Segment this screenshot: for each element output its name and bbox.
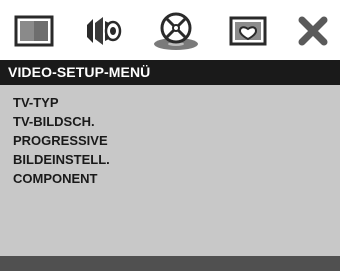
status-bar (0, 256, 340, 271)
menu-item-tv-bildsch[interactable]: TV-BILDSCH. (13, 112, 110, 131)
close-icon (298, 16, 328, 46)
dvd-setup-screen: VIDEO-SETUP-MENÜ TV-TYP TV-BILDSCH. PROG… (0, 0, 340, 271)
menu-item-bildeinstell[interactable]: BILDEINSTELL. (13, 150, 110, 169)
tv-screen-icon (14, 15, 54, 47)
tab-general-setup[interactable] (10, 11, 58, 51)
setup-tab-bar (0, 0, 340, 60)
tab-exit[interactable] (289, 11, 337, 51)
menu-title: VIDEO-SETUP-MENÜ (0, 60, 340, 85)
menu-item-component[interactable]: COMPONENT (13, 169, 110, 188)
menu-item-progressive[interactable]: PROGRESSIVE (13, 131, 110, 150)
tab-audio-setup[interactable] (81, 11, 129, 51)
tab-video-setup[interactable] (152, 11, 200, 51)
picture-frame-icon (229, 16, 267, 46)
menu-panel: TV-TYP TV-BILDSCH. PROGRESSIVE BILDEINST… (0, 85, 340, 256)
menu-item-tv-typ[interactable]: TV-TYP (13, 93, 110, 112)
disc-icon (154, 12, 198, 50)
speaker-audio-icon (87, 17, 122, 45)
menu-list: TV-TYP TV-BILDSCH. PROGRESSIVE BILDEINST… (13, 93, 110, 188)
tab-preference-setup[interactable] (224, 11, 272, 51)
